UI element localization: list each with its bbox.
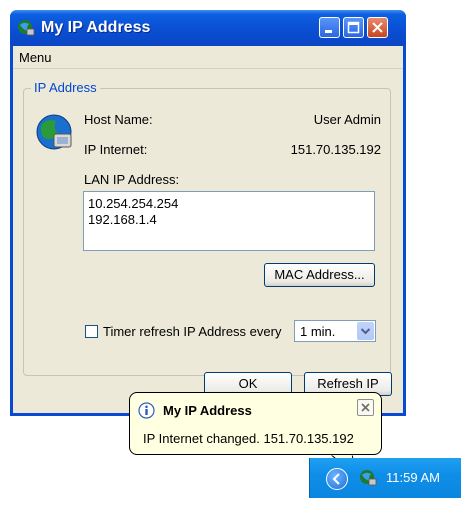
ip-internet-label: IP Internet: xyxy=(84,142,148,157)
balloon-close-icon xyxy=(361,403,370,412)
title-bar[interactable]: My IP Address xyxy=(10,10,406,46)
balloon-message: IP Internet changed. 151.70.135.192 xyxy=(143,431,354,446)
timer-refresh-label: Timer refresh IP Address every xyxy=(103,324,282,339)
group-title: IP Address xyxy=(31,80,100,95)
window-title: My IP Address xyxy=(41,19,151,36)
minimize-icon xyxy=(325,30,332,33)
ip-internet-value: 151.70.135.192 xyxy=(290,142,381,157)
system-tray: 11:59 AM xyxy=(309,458,461,498)
dropdown-arrow-button[interactable] xyxy=(357,322,374,340)
close-icon xyxy=(372,22,383,33)
maximize-button[interactable] xyxy=(343,17,364,38)
timer-interval-value: 1 min. xyxy=(300,324,336,339)
host-name-label: Host Name: xyxy=(84,112,153,127)
main-window: My IP Address Menu IP Address Host Name:… xyxy=(10,10,406,416)
timer-refresh-checkbox[interactable] xyxy=(85,325,98,338)
lan-ip-entry: 192.168.1.4 xyxy=(88,212,157,227)
tray-app-icon[interactable] xyxy=(358,468,378,488)
tray-chevron-icon xyxy=(332,473,340,485)
maximize-icon xyxy=(347,21,360,34)
lan-ip-entry: 10.254.254.254 xyxy=(88,196,179,211)
menu-bar: Menu xyxy=(13,46,403,69)
minimize-button[interactable] xyxy=(319,17,340,38)
balloon-title: My IP Address xyxy=(163,403,252,418)
tray-clock[interactable]: 11:59 AM xyxy=(386,470,440,485)
mac-address-button[interactable]: MAC Address... xyxy=(264,263,375,287)
menu-item-menu[interactable]: Menu xyxy=(19,50,52,65)
notification-balloon[interactable]: My IP Address IP Internet changed. 151.7… xyxy=(129,392,382,455)
lan-ip-list[interactable]: 10.254.254.254 192.168.1.4 xyxy=(83,191,375,251)
dropdown-arrow-icon xyxy=(360,328,371,335)
info-icon xyxy=(138,402,155,419)
globe-network-icon xyxy=(36,114,72,150)
balloon-close-button[interactable] xyxy=(357,399,374,416)
tray-expand-button[interactable] xyxy=(326,468,348,490)
timer-interval-select[interactable]: 1 min. xyxy=(294,320,376,342)
host-name-value: User Admin xyxy=(313,112,381,127)
app-icon xyxy=(18,20,35,36)
close-button[interactable] xyxy=(367,17,388,38)
lan-ip-label: LAN IP Address: xyxy=(84,172,180,187)
